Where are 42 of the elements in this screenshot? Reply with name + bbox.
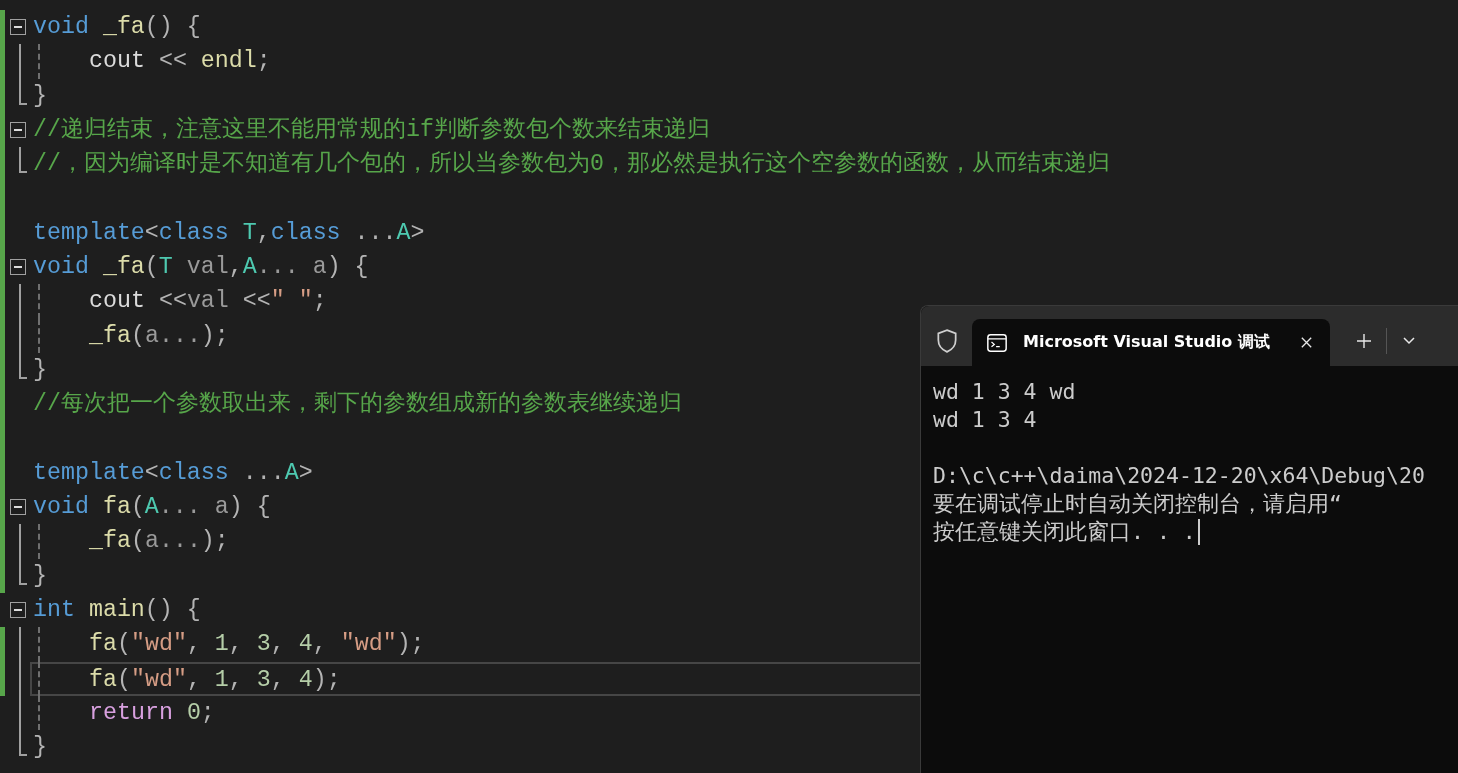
code-line: }: [33, 562, 47, 589]
plus-icon[interactable]: [1356, 333, 1372, 349]
code-line: _fa(a...);: [89, 528, 229, 555]
code-line: void _fa() {: [33, 14, 201, 40]
code-line: return 0;: [89, 699, 215, 726]
terminal-output-line: 要在调试停止时自动关闭控制台，请启用“: [933, 490, 1342, 518]
fold-bracket-line: [19, 44, 21, 79]
code-line: }: [33, 356, 47, 383]
fold-bracket-end: [19, 78, 27, 105]
terminal-icon: [986, 331, 1008, 354]
fold-bracket-line: [19, 524, 21, 559]
code-line: //，因为编译时是不知道有几个包的，所以当参数包为0，那必然是执行这个空参数的函数，从而结束递归: [33, 151, 1110, 178]
collapse-icon[interactable]: [10, 121, 26, 138]
collapse-icon[interactable]: [10, 602, 26, 619]
code-line: int main() {: [33, 597, 201, 624]
shield-icon[interactable]: [934, 328, 960, 354]
terminal-output-line: wd 1 3 4: [933, 406, 1037, 434]
code-line: }: [33, 82, 47, 109]
code-line: cout << endl;: [89, 48, 271, 75]
code-line: fa("wd", 1, 3, 4);: [89, 666, 341, 693]
code-line: cout <<val <<" ";: [89, 288, 327, 315]
code-line: //每次把一个参数取出来，剩下的参数组成新的参数表继续递归: [33, 391, 682, 418]
code-line: template<class ...A>: [33, 459, 313, 486]
terminal-output-line: wd 1 3 4 wd: [933, 378, 1076, 406]
terminal-output-line: 按任意键关闭此窗口. . .: [933, 518, 1196, 546]
code-line: void fa(A... a) {: [33, 494, 271, 521]
fold-bracket-end: [19, 730, 27, 757]
fold-bracket-end: [19, 147, 27, 174]
collapse-icon[interactable]: [10, 499, 26, 516]
code-line: fa("wd", 1, 3, 4, "wd");: [89, 631, 425, 658]
terminal-tab[interactable]: Microsoft Visual Studio 调试: [972, 319, 1330, 366]
collapse-icon[interactable]: [10, 19, 26, 35]
collapse-icon[interactable]: [10, 259, 26, 276]
code-line: _fa(a...);: [89, 322, 229, 349]
close-icon[interactable]: [1299, 335, 1314, 350]
code-line: template<class T,class ...A>: [33, 219, 425, 246]
code-line: }: [33, 734, 47, 761]
fold-bracket-end: [19, 352, 27, 379]
fold-bracket-end: [19, 558, 27, 585]
code-line: void _fa(T val,A... a) {: [33, 254, 369, 281]
terminal-output-line: D:\c\c++\daima\2024-12-20\x64\Debug\20: [933, 462, 1425, 490]
code-line: //递归结束，注意这里不能用常规的if判断参数包个数来结束递归: [33, 116, 710, 143]
